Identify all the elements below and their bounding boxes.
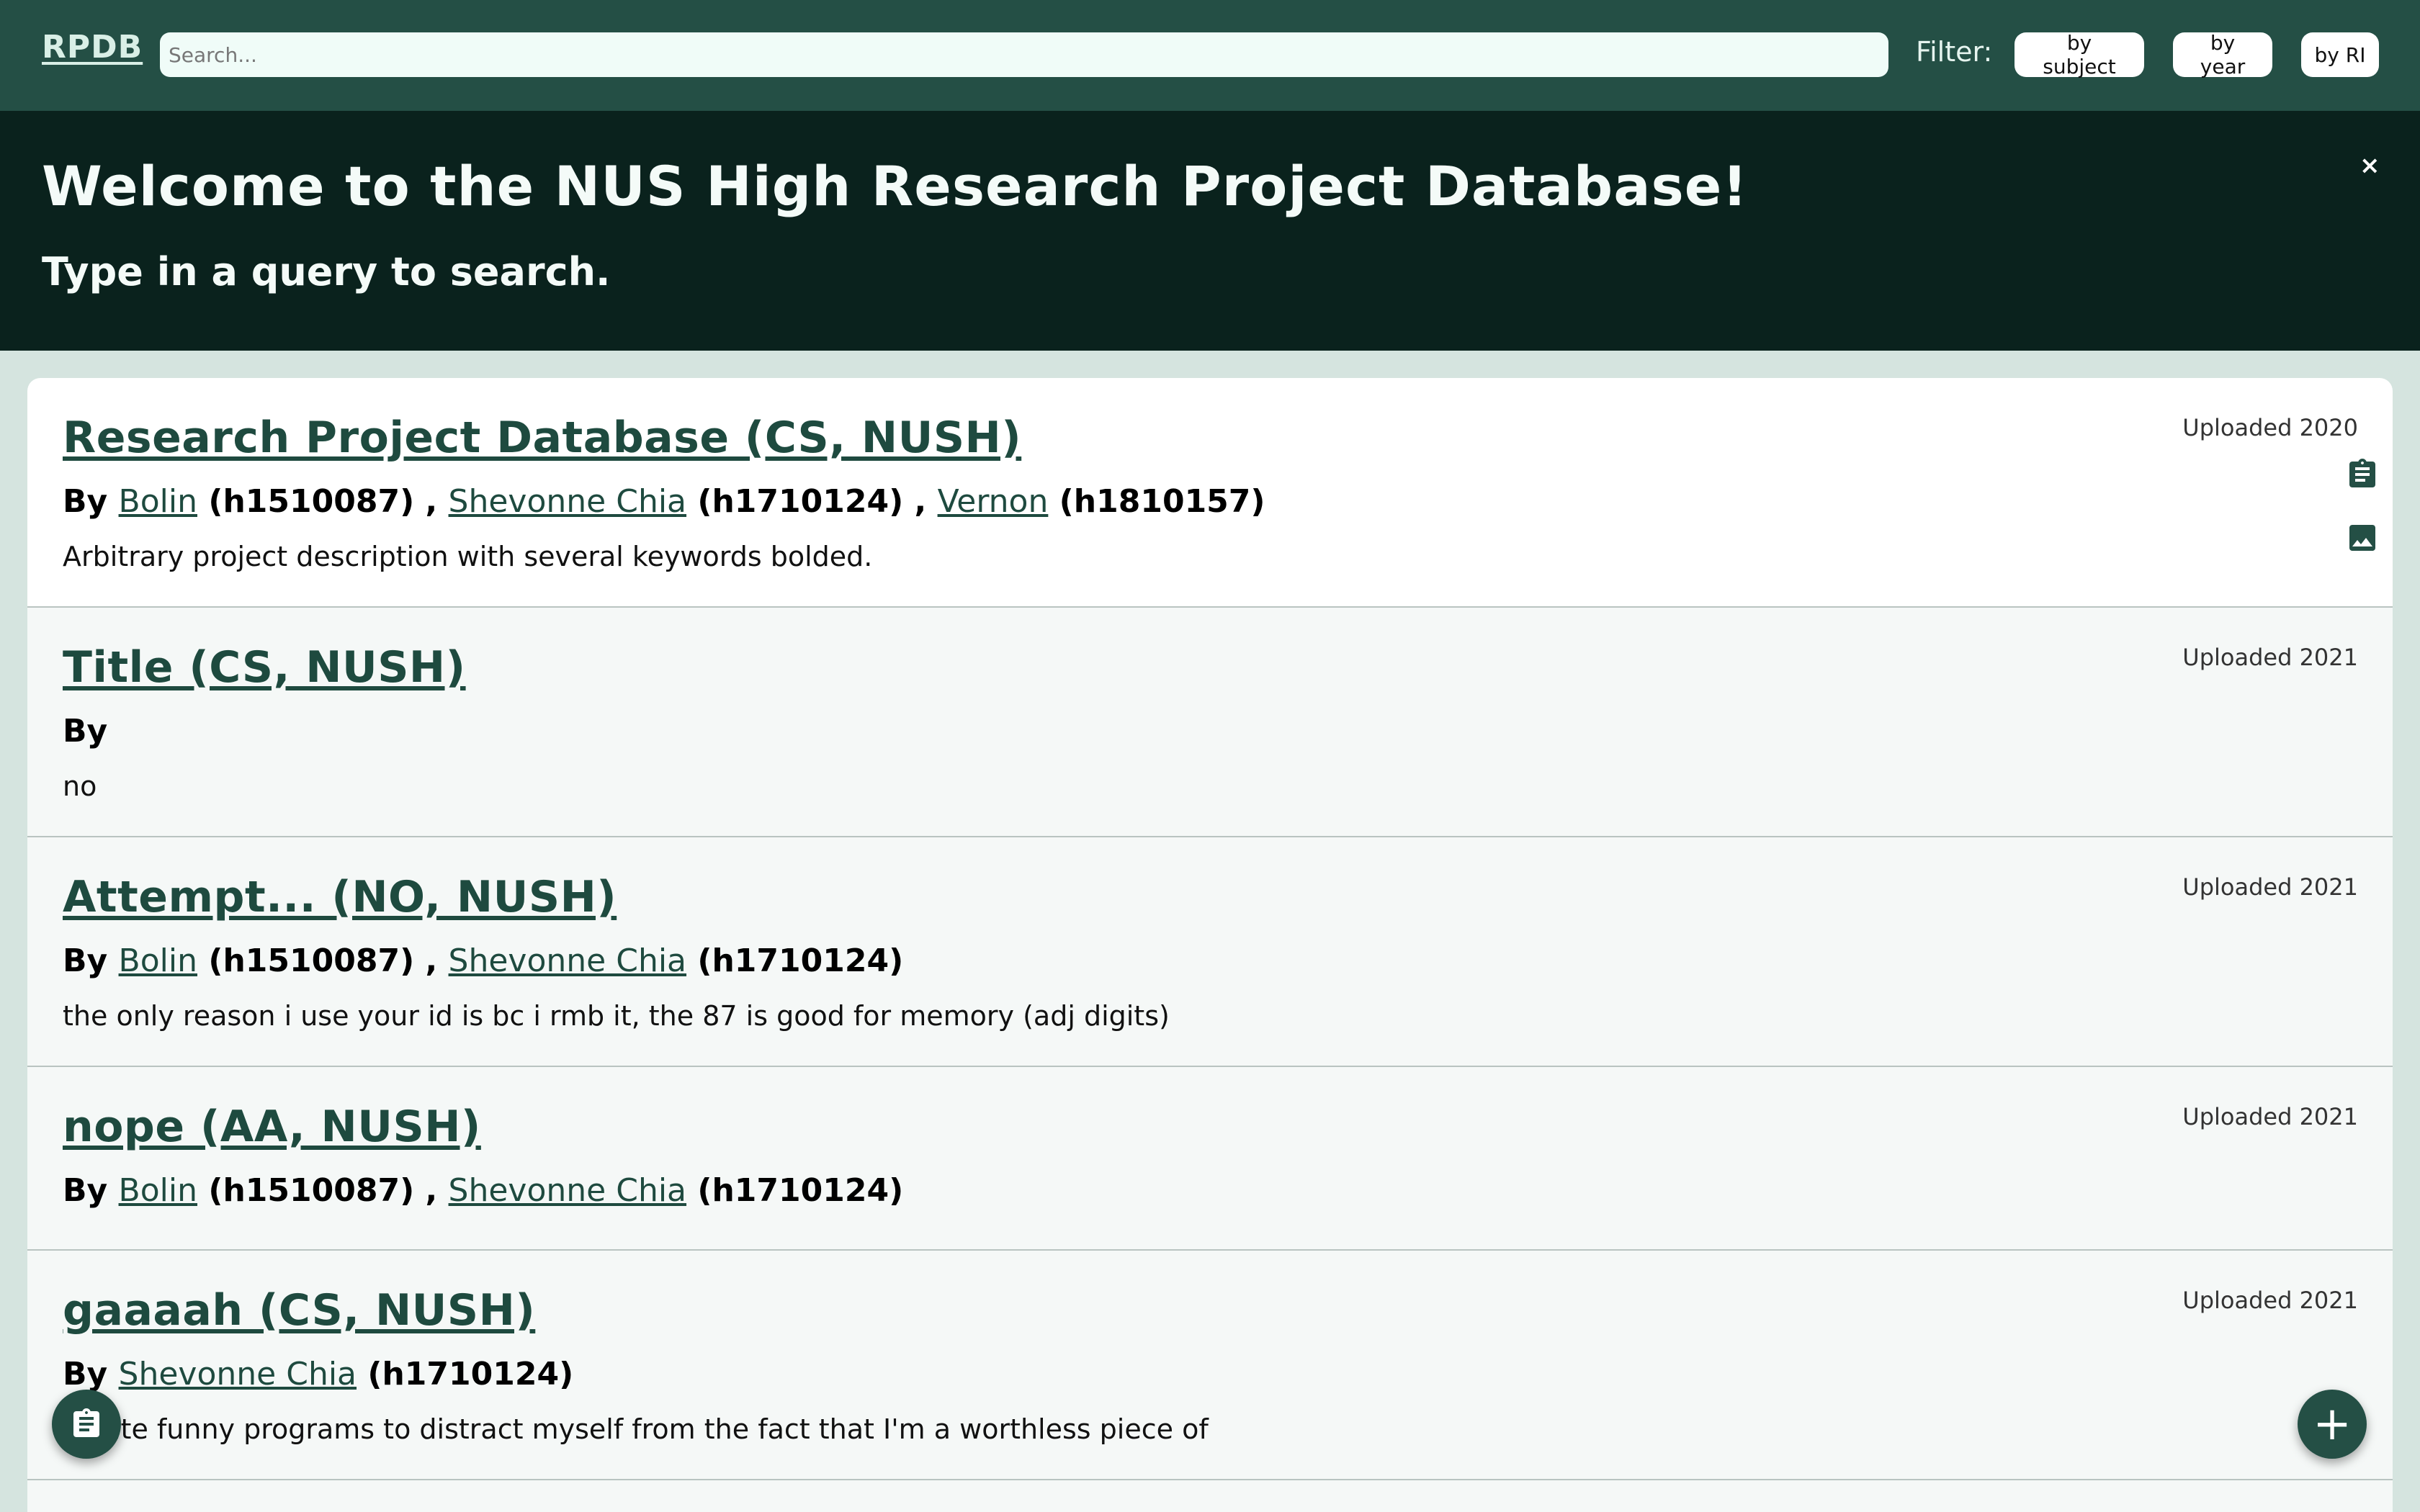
plus-icon: +	[2313, 1398, 2352, 1451]
by-label: By	[63, 483, 108, 520]
upload-year: Uploaded 2021	[2182, 644, 2358, 671]
project-list: Research Project Database (CS, NUSH) By …	[27, 378, 2393, 1512]
author-id: (h1710124)	[697, 1172, 904, 1209]
upload-year: Uploaded 2021	[2182, 873, 2358, 901]
project-authors: By	[63, 713, 107, 750]
by-label: By	[63, 1356, 108, 1392]
author-id: (h1510087)	[208, 1172, 415, 1209]
upload-year: Uploaded 2021	[2182, 1287, 2358, 1314]
top-bar: RPDB Filter: by subject by year by RI	[0, 0, 2420, 111]
project-card	[27, 1480, 2393, 1512]
author-id: (h1710124)	[697, 483, 904, 520]
author-link-bolin[interactable]: Bolin	[119, 1172, 197, 1209]
filter-by-year-button[interactable]: by year	[2173, 31, 2272, 78]
welcome-banner: Welcome to the NUS High Research Project…	[0, 111, 2420, 351]
project-description: no	[63, 770, 97, 802]
project-title-link[interactable]: Title (CS, NUSH)	[63, 642, 466, 693]
project-title-link[interactable]: nope (AA, NUSH)	[63, 1102, 481, 1152]
filter-by-ri-button[interactable]: by RI	[2301, 32, 2379, 77]
project-card: nope (AA, NUSH) By Bolin (h1510087) , Sh…	[27, 1067, 2393, 1251]
author-link-shevonne-chia[interactable]: Shevonne Chia	[449, 483, 686, 520]
author-id: (h1710124)	[697, 942, 904, 979]
project-card: Attempt... (NO, NUSH) By Bolin (h1510087…	[27, 837, 2393, 1067]
project-description: the only reason i use your id is bc i rm…	[63, 1000, 1170, 1032]
project-title-link[interactable]: Attempt... (NO, NUSH)	[63, 872, 617, 922]
author-link-vernon[interactable]: Vernon	[938, 483, 1049, 520]
author-link-shevonne-chia[interactable]: Shevonne Chia	[449, 1172, 686, 1209]
upload-year: Uploaded 2020	[2182, 414, 2358, 441]
project-authors: By Bolin (h1510087) , Shevonne Chia (h17…	[63, 942, 904, 979]
project-authors: By Shevonne Chia (h1710124)	[63, 1356, 573, 1392]
filter-by-subject-button[interactable]: by subject	[2015, 31, 2144, 78]
author-link-bolin[interactable]: Bolin	[119, 483, 197, 520]
project-card: Title (CS, NUSH) By no Uploaded 2021	[27, 608, 2393, 837]
filter-label: Filter:	[1916, 36, 1993, 68]
project-title-link[interactable]: Research Project Database (CS, NUSH)	[63, 413, 1021, 463]
author-id: (h1710124)	[367, 1356, 574, 1392]
author-id: (h1510087)	[208, 942, 415, 979]
clipboard-icon	[73, 1408, 99, 1437]
author-link-bolin[interactable]: Bolin	[119, 942, 197, 979]
project-authors: By Bolin (h1510087) , Shevonne Chia (h17…	[63, 483, 1265, 520]
upload-year: Uploaded 2021	[2182, 1103, 2358, 1130]
project-card: gaaaah (CS, NUSH) By Shevonne Chia (h171…	[27, 1251, 2393, 1480]
banner-subtitle: Type in a query to search.	[42, 249, 611, 294]
clipboard-icon[interactable]	[2345, 456, 2380, 493]
author-id: (h1810157)	[1059, 483, 1265, 520]
image-icon[interactable]	[2345, 519, 2380, 557]
close-icon[interactable]: ×	[2360, 151, 2380, 180]
project-description: Arbitrary project description with sever…	[63, 541, 873, 572]
author-link-shevonne-chia[interactable]: Shevonne Chia	[449, 942, 686, 979]
banner-title: Welcome to the NUS High Research Project…	[42, 154, 1748, 218]
project-title-link[interactable]: gaaaah (CS, NUSH)	[63, 1285, 535, 1336]
project-card: Research Project Database (CS, NUSH) By …	[27, 378, 2393, 608]
clipboard-fab-button[interactable]	[52, 1390, 121, 1459]
project-description: I write funny programs to distract mysel…	[63, 1413, 1209, 1445]
by-label: By	[63, 942, 108, 979]
author-id: (h1510087)	[208, 483, 415, 520]
brand-link[interactable]: RPDB	[42, 29, 143, 66]
project-authors: By Bolin (h1510087) , Shevonne Chia (h17…	[63, 1172, 904, 1209]
by-label: By	[63, 713, 108, 750]
add-project-button[interactable]: +	[2298, 1390, 2367, 1459]
author-link-shevonne-chia[interactable]: Shevonne Chia	[119, 1356, 357, 1392]
search-input[interactable]	[160, 32, 1888, 77]
by-label: By	[63, 1172, 108, 1209]
